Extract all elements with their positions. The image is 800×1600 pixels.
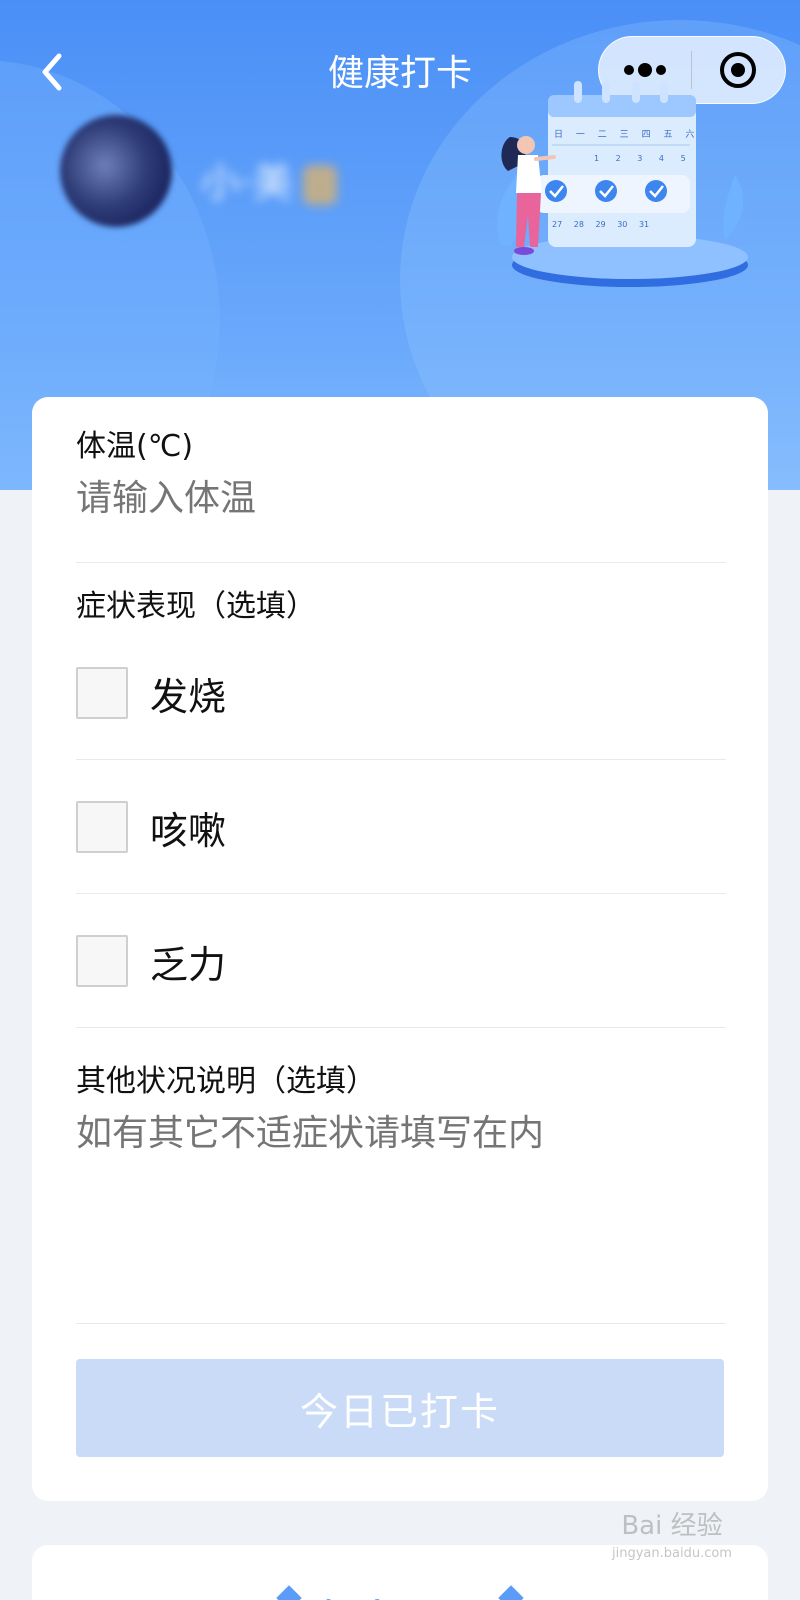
user-name: 小·美 xyxy=(200,150,337,208)
watermark-url: jingyan.baidu.com xyxy=(612,1546,732,1561)
other-label: 其他状况说明（选填） xyxy=(76,1064,376,1099)
symptom-label: 发烧 xyxy=(150,674,227,719)
user-name-text: 小·美 xyxy=(200,160,293,206)
divider xyxy=(76,1323,726,1324)
watermark-text: Bai 经验 xyxy=(621,1511,723,1541)
records-title: 打卡记录 xyxy=(32,1589,768,1600)
symptoms-label: 症状表现（选填） xyxy=(76,589,316,624)
symptom-checkbox[interactable] xyxy=(76,667,128,719)
symptom-label: 咳嗽 xyxy=(150,808,227,853)
symptom-checkbox-row[interactable]: 乏力 xyxy=(76,931,726,991)
temperature-input[interactable] xyxy=(76,475,726,523)
symptom-checkbox-row[interactable]: 发烧 xyxy=(76,663,726,723)
divider xyxy=(76,562,726,563)
checkin-form-card: 体温(℃) 症状表现（选填） 发烧 咳嗽 乏力 其他状况说明（选填） 今日已打卡 xyxy=(32,397,768,1501)
watermark: Bai 经验 jingyan.baidu.com xyxy=(612,1512,732,1568)
symptom-checkbox[interactable] xyxy=(76,801,128,853)
other-textarea[interactable] xyxy=(76,1110,726,1300)
calendar-illustration: 日 一 二 三 四 五 六 1 2 3 4 5 27 28 29 30 31 xyxy=(497,81,748,287)
other-section: 其他状况说明（选填） xyxy=(76,1062,726,1304)
temperature-section: 体温(℃) xyxy=(76,427,726,523)
symptom-checkbox-row[interactable]: 咳嗽 xyxy=(76,797,726,857)
divider xyxy=(76,759,726,760)
user-badge-icon xyxy=(302,165,337,205)
calendar-weekdays: 日 一 二 三 四 五 六 xyxy=(554,128,694,140)
symptom-label: 乏力 xyxy=(150,942,227,987)
symptom-checkbox[interactable] xyxy=(76,935,128,987)
avatar xyxy=(60,115,172,227)
symptoms-section: 症状表现（选填） xyxy=(76,587,726,627)
temperature-label: 体温(℃) xyxy=(76,429,194,464)
divider xyxy=(76,1027,726,1028)
submit-button[interactable]: 今日已打卡 xyxy=(76,1359,724,1457)
divider xyxy=(76,893,726,894)
